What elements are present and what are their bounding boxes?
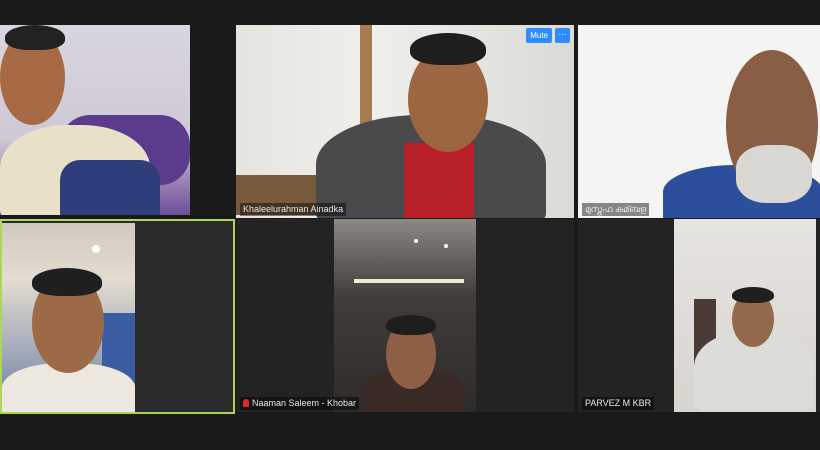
- participant-tile-3[interactable]: മുസ്തഫ കുമ്ബള: [578, 25, 820, 218]
- participant-name: Khaleelurahman Ainadka: [240, 203, 347, 216]
- participant-name: PARVEZ M KBR: [582, 397, 655, 410]
- grey-beard: [736, 145, 812, 203]
- more-options-button[interactable]: ···: [555, 28, 570, 43]
- person-hair: [5, 25, 65, 50]
- video-gallery: Khaleelurahman Ainadka Mute ··· മുസ്തഫ ക…: [0, 0, 820, 450]
- participant-name: Naaman Saleem - Khobar: [252, 398, 357, 408]
- participant-video-1: [0, 25, 190, 215]
- participant-video-5: [334, 219, 476, 412]
- ceiling-light: [92, 245, 100, 253]
- participant-video-4: [2, 223, 135, 412]
- participant-video-3: [578, 25, 820, 218]
- participant-tile-6[interactable]: PARVEZ M KBR: [578, 219, 820, 412]
- participant-tile-5[interactable]: Naaman Saleem - Khobar: [236, 219, 574, 412]
- muted-microphone-icon: [243, 399, 249, 407]
- participant-video-2: [236, 25, 574, 218]
- ceiling-light-strip: [354, 279, 464, 283]
- participant-tile-1[interactable]: [0, 25, 190, 215]
- person-hair: [386, 315, 436, 335]
- shirt-stripe: [60, 160, 160, 215]
- participant-tile-2[interactable]: Khaleelurahman Ainadka Mute ···: [236, 25, 574, 218]
- ceiling-light: [414, 239, 418, 243]
- participant-name: മുസ്തഫ കുമ്ബള: [582, 203, 650, 216]
- person-hair: [410, 33, 486, 65]
- participant-tile-4[interactable]: [0, 219, 235, 414]
- ceiling-light: [444, 244, 448, 248]
- participant-video-6: [674, 219, 816, 412]
- person-hair: [732, 287, 774, 303]
- person-hair: [32, 268, 102, 296]
- participant-name-label: Naaman Saleem - Khobar: [240, 397, 360, 410]
- red-shirt: [404, 143, 474, 218]
- mute-button[interactable]: Mute: [526, 28, 552, 43]
